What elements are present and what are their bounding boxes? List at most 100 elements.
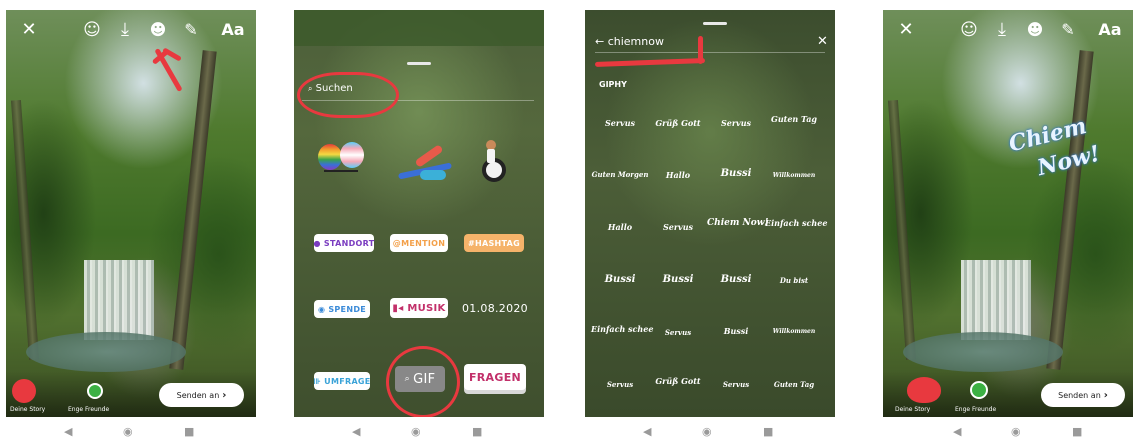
draw-icon[interactable]: ✎ [1055, 18, 1081, 42]
gif-result[interactable]: Servus [649, 328, 707, 337]
pride-hearts-sticker[interactable] [316, 138, 376, 186]
questions-sticker[interactable]: FRAGEN [464, 364, 526, 390]
gif-result[interactable]: Bussi [591, 274, 649, 285]
gif-result[interactable]: Guten Tag [765, 114, 823, 124]
donate-sticker[interactable]: ◉ SPENDE [314, 300, 370, 318]
send-button[interactable]: Senden an › [159, 383, 244, 407]
gif-result[interactable]: Bussi [707, 274, 765, 285]
back-icon[interactable]: ◀ [64, 424, 72, 440]
tray-top-shadow [294, 10, 544, 46]
close-friends-label: Enge Freunde [955, 406, 997, 413]
gif-result[interactable]: Willkommen [765, 328, 823, 335]
send-label: Senden an [1058, 390, 1101, 400]
gif-result[interactable]: Einfach schee [765, 218, 827, 228]
annotation-circle [386, 346, 460, 417]
water-pool [903, 332, 1063, 372]
send-label: Senden an [176, 390, 220, 400]
recents-icon[interactable]: ■ [184, 424, 194, 440]
face-effect-icon[interactable]: ☺ [956, 18, 982, 42]
music-sticker[interactable]: ▮◂ MUSIK [390, 298, 448, 318]
sticker-icon[interactable]: ☻ [145, 18, 171, 42]
send-button[interactable]: Senden an › [1041, 383, 1125, 407]
annotation-underline [698, 36, 703, 64]
android-nav-bar: ◀ ◉ ■ [585, 424, 835, 440]
drag-handle[interactable] [407, 62, 431, 65]
gif-result[interactable]: Einfach schee [591, 324, 653, 334]
music-icon: ▮◂ [392, 302, 408, 314]
gif-result[interactable]: Servus [649, 222, 707, 232]
location-sticker-label: STANDORT [323, 238, 375, 248]
wheelchair-sticker[interactable] [472, 138, 512, 188]
home-icon[interactable]: ◉ [123, 424, 133, 440]
gif-search-field[interactable]: ← chiemnow [595, 32, 825, 53]
gif-result[interactable]: Grüß Gott [649, 118, 707, 128]
top-toolbar: ✕ ☺ ⤓ ☻ ✎ Aa [883, 10, 1133, 52]
recents-icon[interactable]: ■ [1072, 424, 1082, 440]
gif-result[interactable]: Hallo [649, 170, 707, 180]
sticker-icon[interactable]: ☻ [1022, 18, 1048, 42]
home-icon[interactable]: ◉ [1011, 424, 1021, 440]
close-friends-icon[interactable] [87, 383, 103, 399]
gif-result[interactable]: Servus [707, 380, 765, 389]
waterfall [84, 260, 154, 340]
your-story-avatar[interactable] [907, 377, 941, 403]
gif-result[interactable]: Bussi [649, 274, 707, 285]
android-nav-bar: ◀ ◉ ■ [6, 424, 256, 440]
home-icon[interactable]: ◉ [702, 424, 712, 440]
waterfall [961, 260, 1031, 340]
gif-result[interactable]: Chiem Now! [707, 218, 768, 228]
annotation-circle [297, 72, 399, 118]
your-story-avatar[interactable] [12, 379, 36, 403]
close-friends-label: Enge Freunde [68, 406, 110, 413]
bottom-bar: Deine Story Enge Freunde Senden an › [883, 371, 1133, 417]
download-icon[interactable]: ⤓ [112, 18, 138, 42]
water-pool [26, 332, 186, 372]
panel-sticker-tray: ⌕ Suchen ● STANDORT @MENTION #HASHTAG ◉ … [294, 10, 544, 417]
text-tool-button[interactable]: Aa [1093, 18, 1127, 42]
download-icon[interactable]: ⤓ [989, 18, 1015, 42]
gif-result[interactable]: Servus [591, 118, 649, 128]
text-tool-button[interactable]: Aa [216, 18, 250, 42]
giphy-label: GIPHY [599, 80, 627, 89]
gif-search-value: chiemnow [607, 35, 664, 48]
gif-result[interactable]: Guten Tag [765, 380, 823, 389]
close-friends-icon[interactable] [970, 381, 988, 399]
face-effect-icon[interactable]: ☺ [79, 18, 105, 42]
chevron-right-icon: › [222, 389, 227, 401]
panel-story-with-sticker: ✕ ☺ ⤓ ☻ ✎ Aa Chiem Now! Deine Story Enge… [883, 10, 1133, 417]
yoga-sticker[interactable] [394, 142, 454, 188]
gif-result[interactable]: Willkommen [765, 172, 823, 179]
back-icon[interactable]: ◀ [352, 424, 360, 440]
recents-icon[interactable]: ■ [763, 424, 773, 440]
gif-result[interactable]: Guten Morgen [591, 170, 649, 179]
gif-result[interactable]: Servus [591, 380, 649, 389]
back-icon[interactable]: ◀ [953, 424, 961, 440]
poll-sticker[interactable]: ⊪ UMFRAGE [313, 372, 371, 390]
home-icon[interactable]: ◉ [411, 424, 421, 440]
gif-result[interactable]: Grüß Gott [649, 376, 707, 386]
poll-sticker-label: UMFRAGE [324, 376, 371, 386]
location-sticker[interactable]: ● STANDORT [314, 234, 374, 252]
close-icon[interactable]: ✕ [893, 18, 919, 42]
android-nav-bar: ◀ ◉ ■ [883, 424, 1133, 440]
back-arrow-icon[interactable]: ← [595, 35, 604, 48]
recents-icon[interactable]: ■ [472, 424, 482, 440]
gif-result[interactable]: Bussi [707, 326, 765, 336]
mention-sticker[interactable]: @MENTION [390, 234, 448, 252]
gif-result[interactable]: Du bist [765, 276, 823, 285]
android-nav-bar: ◀ ◉ ■ [294, 424, 544, 440]
bottom-bar: Deine Story Enge Freunde Senden an › [6, 371, 256, 417]
top-toolbar: ✕ ☺ ⤓ ☻ ✎ Aa [6, 10, 256, 52]
back-icon[interactable]: ◀ [643, 424, 651, 440]
gif-result[interactable]: Hallo [591, 222, 649, 232]
hashtag-sticker[interactable]: #HASHTAG [464, 234, 524, 252]
gif-result[interactable]: Servus [707, 118, 765, 128]
gif-result[interactable]: Bussi [707, 168, 765, 179]
close-icon[interactable]: ✕ [16, 18, 42, 42]
donate-icon: ◉ [317, 304, 329, 314]
date-sticker[interactable]: 01.08.2020 [460, 298, 530, 318]
your-story-label: Deine Story [895, 406, 931, 413]
draw-icon[interactable]: ✎ [178, 18, 204, 42]
clear-search-icon[interactable]: ✕ [817, 32, 828, 52]
drag-handle[interactable] [703, 22, 727, 25]
